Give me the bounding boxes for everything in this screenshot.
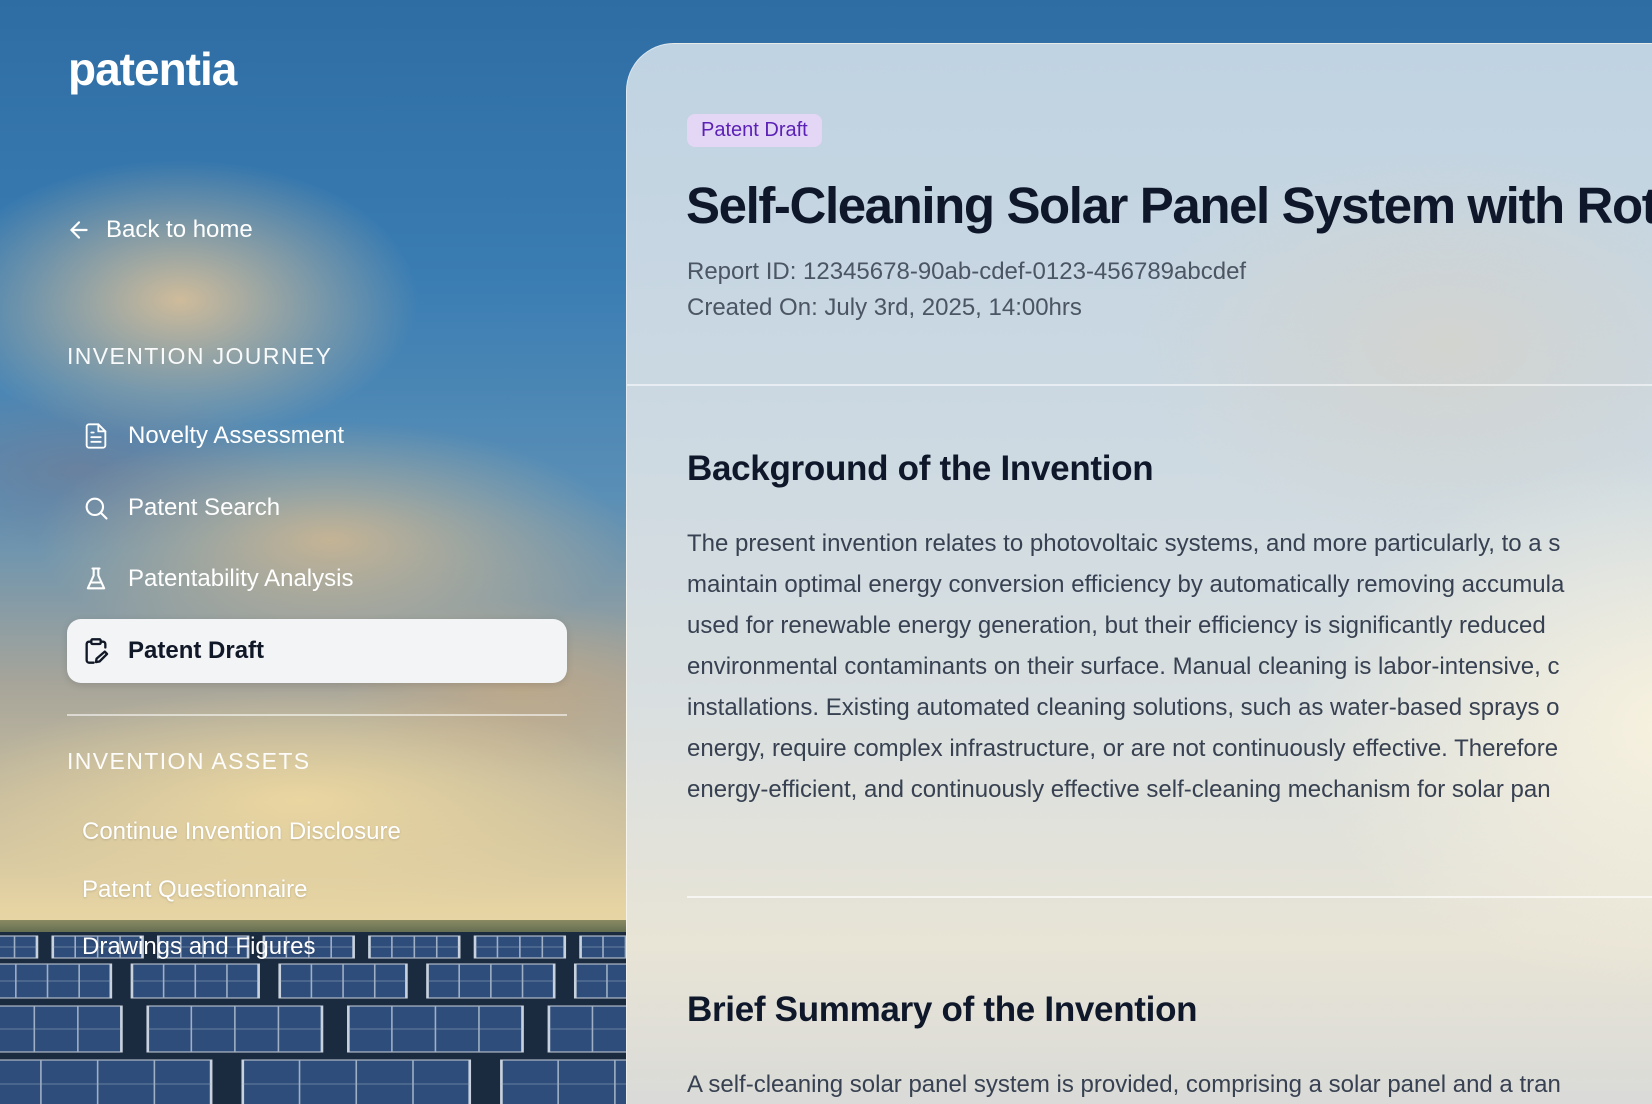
- paragraph-line: energy, require complex infrastructure, …: [687, 735, 1559, 762]
- paragraph-line: maintain optimal energy conversion effic…: [687, 571, 1565, 598]
- nav-item-label: Patent Search: [128, 494, 281, 521]
- document-header: Patent Draft Self-Cleaning Solar Panel S…: [627, 44, 1652, 386]
- app-logo[interactable]: patentia: [68, 42, 237, 96]
- document-panel: Patent Draft Self-Cleaning Solar Panel S…: [626, 43, 1652, 1104]
- section-heading-background: Background of the Invention: [687, 449, 1154, 488]
- section-heading-brief-summary: Brief Summary of the Invention: [687, 990, 1198, 1029]
- document-icon: [85, 423, 107, 449]
- invention-journey-heading: INVENTION JOURNEY: [67, 343, 333, 369]
- sidebar: patentia Back to home INVENTION JOURNEY …: [0, 0, 626, 1104]
- arrow-left-icon: [70, 221, 88, 239]
- paragraph-line: environmental contaminants on their surf…: [687, 653, 1560, 680]
- nav-item-label: Patent Draft: [128, 637, 265, 664]
- paragraph-line: A self-cleaning solar panel system is pr…: [687, 1071, 1561, 1098]
- nav-item-novelty-assessment[interactable]: Novelty Assessment: [67, 404, 567, 468]
- nav-item-patentability-analysis[interactable]: Patentability Analysis: [67, 547, 567, 611]
- asset-link-continue-invention-disclosure[interactable]: Continue Invention Disclosure: [82, 818, 401, 846]
- document-type-badge: Patent Draft: [687, 114, 822, 147]
- paragraph-line: The present invention relates to photovo…: [687, 530, 1561, 557]
- paragraph-line: installations. Existing automated cleani…: [687, 694, 1560, 721]
- nav-item-label: Novelty Assessment: [128, 422, 345, 449]
- paragraph-line: energy-efficient, and continuously effec…: [687, 776, 1551, 803]
- nav-item-label: Patentability Analysis: [128, 565, 354, 592]
- created-on: Created On: July 3rd, 2025, 14:00hrs: [687, 294, 1082, 321]
- section-divider: [687, 896, 1652, 898]
- invention-assets-heading: INVENTION ASSETS: [67, 748, 311, 774]
- edit-clipboard-icon: [85, 638, 109, 664]
- asset-link-drawings-and-figures[interactable]: Drawings and Figures: [82, 933, 315, 961]
- nav-item-patent-search[interactable]: Patent Search: [67, 476, 567, 540]
- sidebar-divider: [67, 714, 567, 716]
- asset-link-patent-questionnaire[interactable]: Patent Questionnaire: [82, 876, 307, 904]
- back-to-home-link[interactable]: Back to home: [66, 216, 253, 244]
- back-to-home-label: Back to home: [106, 216, 253, 243]
- paragraph-line: used for renewable energy generation, bu…: [687, 612, 1546, 639]
- search-icon: [85, 497, 108, 520]
- document-title: Self-Cleaning Solar Panel System with Ro…: [686, 177, 1652, 234]
- nav-item-patent-draft[interactable]: Patent Draft: [67, 619, 567, 683]
- report-id: Report ID: 12345678-90ab-cdef-0123-45678…: [687, 258, 1247, 285]
- flask-icon: [86, 567, 106, 590]
